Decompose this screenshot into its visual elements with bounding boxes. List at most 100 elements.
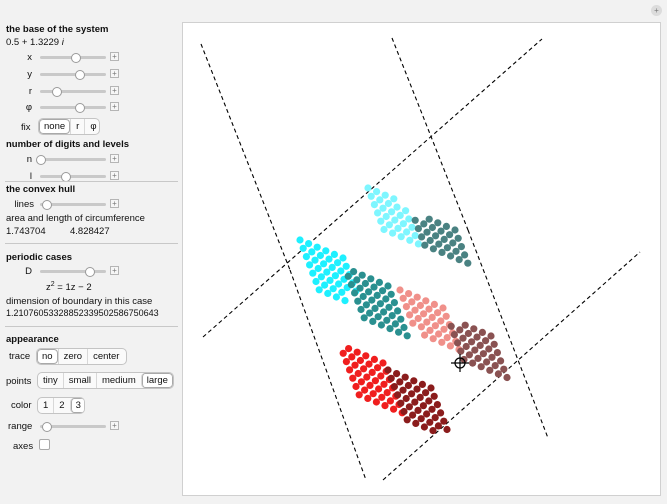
base-expand-icon[interactable]: + (110, 69, 119, 78)
digits-slider[interactable] (36, 154, 106, 165)
lines-slider-thumb[interactable] (41, 199, 52, 210)
plot-point (370, 283, 378, 291)
plot-point (473, 333, 481, 341)
plot-point (385, 303, 393, 311)
plot-point (359, 292, 367, 301)
points-option[interactable]: large (140, 373, 173, 388)
plot-point (409, 411, 417, 419)
points-option[interactable]: small (62, 373, 96, 388)
close-window-icon[interactable]: + (651, 5, 662, 16)
plot-point (435, 330, 443, 338)
plot-point (316, 251, 324, 260)
base-expand-icon[interactable]: + (110, 102, 119, 111)
plot-point (360, 314, 368, 322)
fix-option[interactable]: none (39, 119, 71, 134)
plot-point (440, 417, 448, 425)
base-slider-thumb[interactable] (51, 86, 62, 97)
fix-selector[interactable]: none r φ (38, 118, 100, 135)
plot-point (394, 391, 402, 399)
color-selector[interactable]: 123 (37, 397, 85, 414)
plot-point (342, 262, 350, 270)
plot-point (299, 244, 307, 252)
plot-point (464, 329, 472, 338)
points-option[interactable]: medium (95, 373, 141, 388)
plot-point (420, 423, 428, 431)
digits-slider[interactable] (40, 171, 106, 182)
plot-point (302, 253, 310, 261)
base-slider[interactable] (40, 102, 106, 113)
plot-point (443, 244, 451, 252)
plot-point (464, 259, 472, 267)
range-expand-icon[interactable]: + (110, 421, 119, 430)
plot-point (426, 326, 434, 334)
plot-point (395, 328, 403, 336)
plot-point (421, 241, 429, 249)
axes-checkbox[interactable] (39, 439, 50, 450)
plot-point (428, 405, 436, 413)
demo-window: + the base of the system 0.5 + 1.3229 i … (0, 0, 667, 504)
plot-point (406, 311, 414, 319)
plot-point (390, 195, 398, 203)
base-slider[interactable] (40, 52, 106, 63)
plot-point (387, 374, 395, 382)
plot-point (438, 248, 446, 256)
plot-point (357, 378, 365, 386)
trace-label: trace (9, 351, 31, 362)
lines-expand-icon[interactable]: + (110, 199, 119, 208)
trace-option[interactable]: no (37, 349, 58, 364)
plot-point (405, 290, 413, 298)
crosshair-icon[interactable] (451, 354, 469, 372)
plot-point (317, 273, 325, 281)
plot-point (411, 306, 419, 314)
base-slider-thumb[interactable] (71, 52, 82, 63)
digits-slider-thumb[interactable] (36, 154, 47, 165)
plot-area[interactable] (182, 22, 661, 496)
plot-point (361, 386, 369, 394)
range-slider-thumb[interactable] (41, 421, 52, 432)
digits-expand-icon[interactable]: + (110, 171, 119, 180)
plot-point (315, 286, 323, 294)
plot-point (366, 309, 374, 317)
plot-point (447, 322, 455, 330)
plot-point (385, 221, 393, 229)
plot-point (408, 390, 416, 398)
trace-option[interactable]: center (87, 349, 124, 364)
base-slider-label: r (28, 86, 32, 97)
plot-point (326, 276, 334, 284)
trace-option[interactable]: zero (57, 349, 87, 364)
d-slider-thumb[interactable] (84, 266, 95, 277)
fix-option[interactable]: r (70, 119, 84, 134)
plot-point (345, 345, 353, 353)
plot-point (383, 389, 391, 397)
base-expand-icon[interactable]: + (110, 86, 119, 95)
color-option[interactable]: 1 (38, 398, 53, 413)
points-selector[interactable]: tiny small medium large (37, 372, 174, 389)
trace-selector[interactable]: no zero center (36, 348, 127, 365)
color-option[interactable]: 3 (69, 398, 84, 413)
plot-point (367, 192, 375, 200)
color-option[interactable]: 2 (53, 398, 69, 413)
lines-slider[interactable] (40, 199, 106, 210)
range-slider[interactable] (40, 421, 106, 432)
d-expand-icon[interactable]: + (110, 266, 119, 275)
dimension-label: dimension of boundary in this case (6, 296, 153, 307)
plot-point (332, 293, 340, 301)
plot-point (412, 419, 420, 427)
plot-point (423, 318, 431, 326)
points-option[interactable]: tiny (38, 373, 63, 388)
plot-point (433, 401, 441, 409)
plot-point (324, 289, 332, 297)
base-slider[interactable] (40, 86, 106, 97)
plot-point (386, 397, 394, 405)
digits-expand-icon[interactable]: + (110, 154, 119, 163)
base-slider-thumb[interactable] (74, 102, 85, 113)
d-slider[interactable] (40, 266, 106, 277)
fix-option[interactable]: φ (84, 119, 99, 134)
plot-point (366, 381, 374, 389)
base-slider[interactable] (40, 69, 106, 80)
digits-slider-thumb[interactable] (61, 171, 72, 182)
plot-point (402, 303, 410, 311)
base-slider-thumb[interactable] (74, 69, 85, 80)
base-expand-icon[interactable]: + (110, 52, 119, 61)
length-value: 4.828427 (70, 226, 110, 237)
